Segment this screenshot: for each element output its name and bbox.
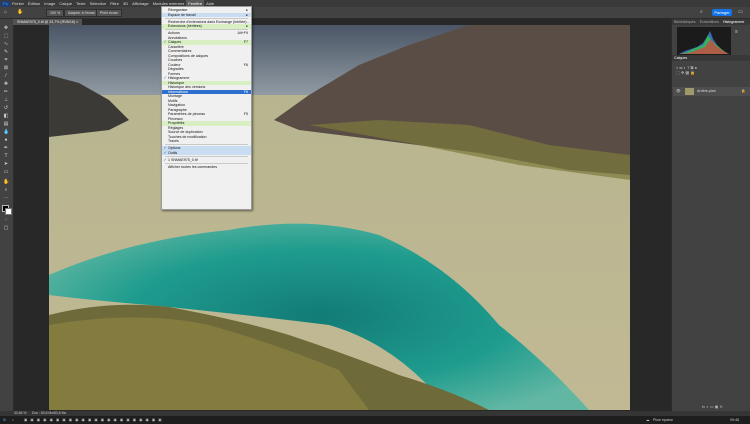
marquee-tool-icon[interactable]: ⬚ — [3, 33, 9, 39]
document-tab-title: SNMAE975_0.tif @ 33,7% (RVB/16) — [17, 20, 76, 24]
landscape-photo[interactable] — [49, 25, 630, 410]
layers-bottom-icons[interactable]: fx ◐ ▭ ▣ ✕ — [702, 404, 723, 409]
menu-bar: Ps Fichier Édition Image Calque Texte Sélecti… — [0, 0, 750, 7]
taskbar-app-icons[interactable]: ▣▣▣▣▣▣▣▣▣▣▣▣▣▣▣▣▣▣▣▣▣▣ — [24, 416, 165, 424]
pen-tool-icon[interactable]: ✒ — [3, 145, 9, 151]
frame-tool-icon[interactable]: ⊠ — [3, 65, 9, 71]
menu-calque[interactable]: Calque — [57, 0, 74, 7]
right-panel: Bibliothèques Échantillons Histogramme ≡ C… — [671, 19, 750, 411]
more-tools-icon[interactable]: ⋯ — [3, 195, 9, 201]
search-icon[interactable]: ⌕ — [12, 416, 14, 424]
quick-mask-icon[interactable]: ◌ — [3, 217, 9, 223]
lasso-tool-icon[interactable]: ∿ — [3, 41, 9, 47]
quick-select-tool-icon[interactable]: ✎ — [3, 49, 9, 55]
blend-icons[interactable]: ⬚ ✥ ▩ 🔒 — [676, 70, 695, 75]
menu-item[interactable]: Afficher toutes les commandes — [162, 165, 251, 170]
options-bar: ⌂ ✋ 100 % Adapter à l'écran Plein écran … — [0, 7, 750, 19]
home-icon[interactable]: ⌂ — [4, 7, 7, 18]
submenu-arrow-icon: ▸ — [246, 24, 248, 28]
shape-tool-icon[interactable]: ▭ — [3, 169, 9, 175]
search-icon[interactable]: ⌕ — [700, 7, 703, 18]
eraser-tool-icon[interactable]: ◧ — [3, 113, 9, 119]
menu-image[interactable]: Image — [42, 0, 57, 7]
clock[interactable]: 09:48 — [730, 416, 739, 424]
menu-texte[interactable]: Texte — [74, 0, 88, 7]
menu-3d[interactable]: 3D — [121, 0, 130, 7]
panel-tab-1[interactable]: Échantillons — [698, 20, 721, 24]
layers-panel-tabs: Calques — [672, 55, 750, 61]
menu-filtre[interactable]: Filtre — [108, 0, 121, 7]
menu-fichier[interactable]: Fichier — [10, 0, 26, 7]
crop-tool-icon[interactable]: ⌗ — [3, 57, 9, 63]
brush-tool-icon[interactable]: ✏ — [3, 89, 9, 95]
histogram-chart — [677, 27, 731, 55]
menu-item-label: Outils — [168, 150, 178, 155]
histogram-menu-icon[interactable]: ≡ — [735, 29, 738, 35]
share-button[interactable]: Partager — [712, 9, 732, 16]
blur-tool-icon[interactable]: 💧 — [3, 129, 9, 135]
healing-brush-icon[interactable]: ✚ — [3, 81, 9, 87]
tool-bar: ✥ ⬚ ∿ ✎ ⌗ ⊠ ⁄ ✚ ✏ ⊥ ↺ ◧ ▤ 💧 ● ✒ T ➤ ▭ ✋ … — [0, 19, 14, 411]
path-select-icon[interactable]: ➤ — [3, 161, 9, 167]
menu-sélection[interactable]: Sélection — [88, 0, 108, 7]
layers-toolbar: ⌕ ▭ ◐ T ▣ ● ⬚ ✥ ▩ 🔒 — [676, 65, 746, 83]
clone-stamp-icon[interactable]: ⊥ — [3, 97, 9, 103]
checkmark-icon: ✓ — [163, 156, 167, 162]
weather-icon: ☁ — [646, 418, 650, 422]
zoom-value-field[interactable]: 100 % — [46, 9, 65, 17]
eye-icon[interactable]: 👁 — [676, 87, 681, 96]
history-brush-icon[interactable]: ↺ — [3, 105, 9, 111]
menu-item[interactable]: ✓ Outils — [162, 149, 251, 155]
hand-tool-icon[interactable]: ✋ — [3, 179, 9, 185]
menu-item[interactable]: Extensions (héritées) ▸ — [162, 24, 251, 29]
windows-taskbar: ⊞ ⌕ ▣▣▣▣▣▣▣▣▣▣▣▣▣▣▣▣▣▣▣▣▣▣ ☁ Pluie epars… — [0, 416, 750, 424]
menu-édition[interactable]: Édition — [26, 0, 42, 7]
dodge-tool-icon[interactable]: ● — [3, 137, 9, 143]
histogram-panel-tabs: Bibliothèques Échantillons Histogramme — [672, 19, 750, 25]
canvas-area[interactable] — [14, 25, 670, 410]
checkmark-icon: ✓ — [163, 149, 167, 155]
menu-item-label: Extensions (héritées) — [168, 24, 202, 28]
close-tab-icon[interactable]: × — [76, 20, 78, 24]
menu-item-label: Espace de travail — [168, 12, 196, 17]
photoshop-logo: Ps — [1, 0, 10, 7]
hand-tool-icon: ✋ — [17, 9, 24, 15]
workspace-icon[interactable]: ▭ — [738, 7, 743, 18]
submenu-arrow-icon: ▸ — [246, 12, 248, 17]
menu-item-label: Tracés — [168, 139, 179, 143]
menu-affichage[interactable]: Affichage — [130, 0, 151, 7]
menu-item-label: Afficher toutes les commandes — [168, 164, 218, 169]
fill-screen-button[interactable]: Plein écran — [96, 9, 122, 17]
layer-name[interactable]: Arrière-plan — [697, 87, 716, 96]
screen-mode-icon[interactable]: ▢ — [3, 225, 9, 231]
background-color-swatch[interactable] — [5, 208, 12, 215]
menu-item[interactable]: ✓ 1 SNMAE975_0.tif — [162, 156, 251, 163]
panel-tab-2[interactable]: Histogramme — [721, 20, 746, 24]
type-tool-icon[interactable]: T — [3, 153, 9, 159]
landscape-illustration — [49, 25, 630, 410]
eyedropper-tool-icon[interactable]: ⁄ — [3, 73, 9, 79]
panel-tab-0[interactable]: Calques — [672, 56, 689, 60]
menu-item[interactable]: Espace de travail ▸ — [162, 12, 251, 17]
move-tool-icon[interactable]: ✥ — [3, 25, 9, 31]
layer-thumbnail — [685, 88, 694, 95]
menu-item-label: 1 SNMAE975_0.tif — [168, 157, 198, 162]
menu-item[interactable]: Tracés — [162, 139, 251, 144]
weather-text[interactable]: Pluie eparse — [653, 416, 673, 424]
zoom-tool-icon[interactable]: ⌕ — [3, 187, 9, 193]
window-menu-dropdown: Réorganiser ▸ Espace de travail ▸ Recherche … — [161, 6, 252, 210]
gradient-tool-icon[interactable]: ▤ — [3, 121, 9, 127]
layer-row[interactable]: 👁 Arrière-plan 🔒 — [673, 87, 750, 96]
windows-start-icon[interactable]: ⊞ — [3, 416, 6, 424]
lock-icon: 🔒 — [741, 89, 746, 93]
fit-screen-button[interactable]: Adapter à l'écran — [64, 9, 100, 17]
panel-tab-0[interactable]: Bibliothèques — [672, 20, 698, 24]
